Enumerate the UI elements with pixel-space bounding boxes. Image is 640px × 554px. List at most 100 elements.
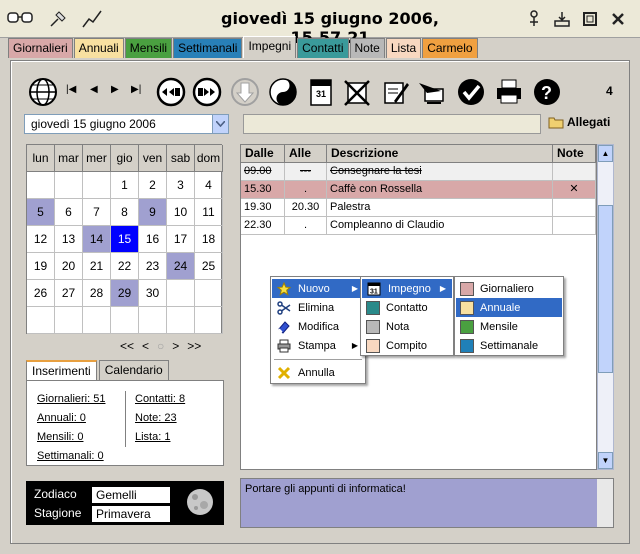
menu-modifica[interactable]: Modifica: [272, 317, 364, 336]
col-descrizione[interactable]: Descrizione: [327, 145, 553, 163]
type-annuale[interactable]: Annuale: [456, 298, 562, 317]
check-icon[interactable]: [454, 75, 488, 109]
tab-lista[interactable]: Lista: [385, 38, 422, 58]
submenu-nota[interactable]: Nota: [362, 317, 452, 336]
count-annuali[interactable]: Annuali: 0: [37, 412, 86, 424]
count-settimanali[interactable]: Settimanali: 0: [37, 450, 104, 462]
type-giornaliero[interactable]: Giornaliero: [456, 279, 562, 298]
calendar-nav-next[interactable]: >: [172, 339, 179, 353]
calendar-day[interactable]: 6: [55, 199, 83, 226]
print-icon[interactable]: [492, 75, 526, 109]
calendar-day[interactable]: 10: [167, 199, 195, 226]
calendar-day[interactable]: 8: [111, 199, 139, 226]
calendar-day[interactable]: 13: [55, 226, 83, 253]
table-row[interactable]: 22.30. Compleanno di Claudio: [241, 217, 596, 235]
attachments-button[interactable]: Allegati: [548, 115, 610, 129]
tab-mensili[interactable]: Mensili: [124, 38, 173, 58]
tab-contatti[interactable]: Contatti: [297, 38, 349, 58]
calendar-day[interactable]: 26: [27, 280, 55, 307]
table-row[interactable]: 09.00 --- Consegnare la tesi: [241, 163, 596, 181]
calendar-day[interactable]: 5: [27, 199, 55, 226]
calendar-day[interactable]: 16: [139, 226, 167, 253]
chevron-down-icon[interactable]: [212, 115, 228, 133]
date-selector[interactable]: giovedì 15 giugno 2006: [24, 114, 229, 134]
next-icon[interactable]: ▶: [111, 84, 119, 95]
calendar-day[interactable]: 25: [195, 253, 223, 280]
help-icon[interactable]: ?: [530, 75, 564, 109]
maximize-icon[interactable]: [576, 6, 604, 32]
delete-calendar-icon[interactable]: [340, 75, 374, 109]
calendar-day[interactable]: 19: [27, 253, 55, 280]
tab-note[interactable]: Note: [349, 38, 385, 58]
calendar-nav-first[interactable]: <<: [120, 339, 134, 353]
scroll-thumb[interactable]: [598, 205, 613, 373]
settings-icon[interactable]: [520, 6, 548, 32]
type-settimanale[interactable]: Settimanale: [456, 336, 562, 355]
calendar-day[interactable]: 2: [139, 172, 167, 199]
calendar-nav-last[interactable]: >>: [187, 339, 201, 353]
type-mensile[interactable]: Mensile: [456, 317, 562, 336]
calendar-day[interactable]: 17: [167, 226, 195, 253]
appointments-scrollbar[interactable]: ▲ ▼: [597, 144, 614, 470]
count-contatti[interactable]: Contatti: 8: [135, 393, 185, 405]
count-mensili[interactable]: Mensili: 0: [37, 431, 83, 443]
first-icon[interactable]: |◀: [66, 84, 76, 95]
tab-annuali[interactable]: Annuali: [73, 38, 124, 58]
glasses-icon[interactable]: [6, 6, 34, 32]
tab-giornalieri[interactable]: Giornalieri: [8, 38, 73, 58]
note-text-area[interactable]: Portare gli appunti di informatica!: [240, 478, 614, 528]
tab-impegni[interactable]: Impegni: [243, 36, 297, 58]
last-icon[interactable]: ▶|: [131, 84, 141, 95]
rewind-button[interactable]: [154, 75, 188, 109]
submenu-contatto[interactable]: Contatto: [362, 298, 452, 317]
table-row[interactable]: 19.30 20.30 Palestra: [241, 199, 596, 217]
calendar-day[interactable]: 20: [55, 253, 83, 280]
calendar-day[interactable]: 4: [195, 172, 223, 199]
close-icon[interactable]: [604, 6, 632, 32]
scroll-up-icon[interactable]: ▲: [598, 145, 613, 162]
calendar-day[interactable]: 27: [55, 280, 83, 307]
calendar-nav-today[interactable]: ○: [157, 339, 164, 353]
minimize-icon[interactable]: [548, 6, 576, 32]
prev-icon[interactable]: ◀: [90, 84, 98, 95]
calendar-day[interactable]: 24: [167, 253, 195, 280]
send-icon[interactable]: [416, 75, 450, 109]
note-scrollbar[interactable]: [597, 479, 613, 527]
menu-nuovo[interactable]: Nuovo ▶: [272, 279, 364, 298]
yin-yang-icon[interactable]: [266, 75, 300, 109]
globe-button[interactable]: [26, 75, 60, 109]
calendar-day[interactable]: 9: [139, 199, 167, 226]
calendar-day[interactable]: 21: [83, 253, 111, 280]
calendar-day[interactable]: 22: [111, 253, 139, 280]
count-lista[interactable]: Lista: 1: [135, 431, 170, 443]
calendar-nav-prev[interactable]: <: [142, 339, 149, 353]
menu-annulla[interactable]: Annulla: [272, 363, 364, 382]
tab-calendario[interactable]: Calendario: [98, 360, 169, 380]
col-note[interactable]: Note: [553, 145, 596, 163]
count-giornalieri[interactable]: Giornalieri: 51: [37, 393, 105, 405]
calendar-day[interactable]: 14: [83, 226, 111, 253]
col-dalle[interactable]: Dalle: [241, 145, 285, 163]
edit-note-icon[interactable]: [378, 75, 412, 109]
calendar-day[interactable]: 12: [27, 226, 55, 253]
tab-carmelo[interactable]: Carmelo: [422, 38, 478, 58]
count-note[interactable]: Note: 23: [135, 412, 177, 424]
tab-inserimenti[interactable]: Inserimenti: [26, 360, 97, 380]
calendar-day[interactable]: 23: [139, 253, 167, 280]
menu-elimina[interactable]: Elimina: [272, 298, 364, 317]
scroll-down-icon[interactable]: ▼: [598, 452, 613, 469]
submenu-impegno[interactable]: 31 Impegno ▶: [362, 279, 452, 298]
submenu-compito[interactable]: Compito: [362, 336, 452, 355]
stylus-icon[interactable]: [78, 6, 106, 32]
calendar-day[interactable]: 1: [111, 172, 139, 199]
search-input[interactable]: [243, 114, 541, 134]
calendar-day[interactable]: 30: [139, 280, 167, 307]
pin-icon[interactable]: [44, 6, 72, 32]
calendar-day[interactable]: 11: [195, 199, 223, 226]
table-row[interactable]: 15.30. Caffè con Rossella ✕: [241, 181, 596, 199]
tab-settimanali[interactable]: Settimanali: [173, 38, 243, 58]
forward-button[interactable]: [190, 75, 224, 109]
calendar-day[interactable]: 3: [167, 172, 195, 199]
menu-stampa[interactable]: Stampa ▶: [272, 336, 364, 355]
calendar-day[interactable]: 15: [111, 226, 139, 253]
